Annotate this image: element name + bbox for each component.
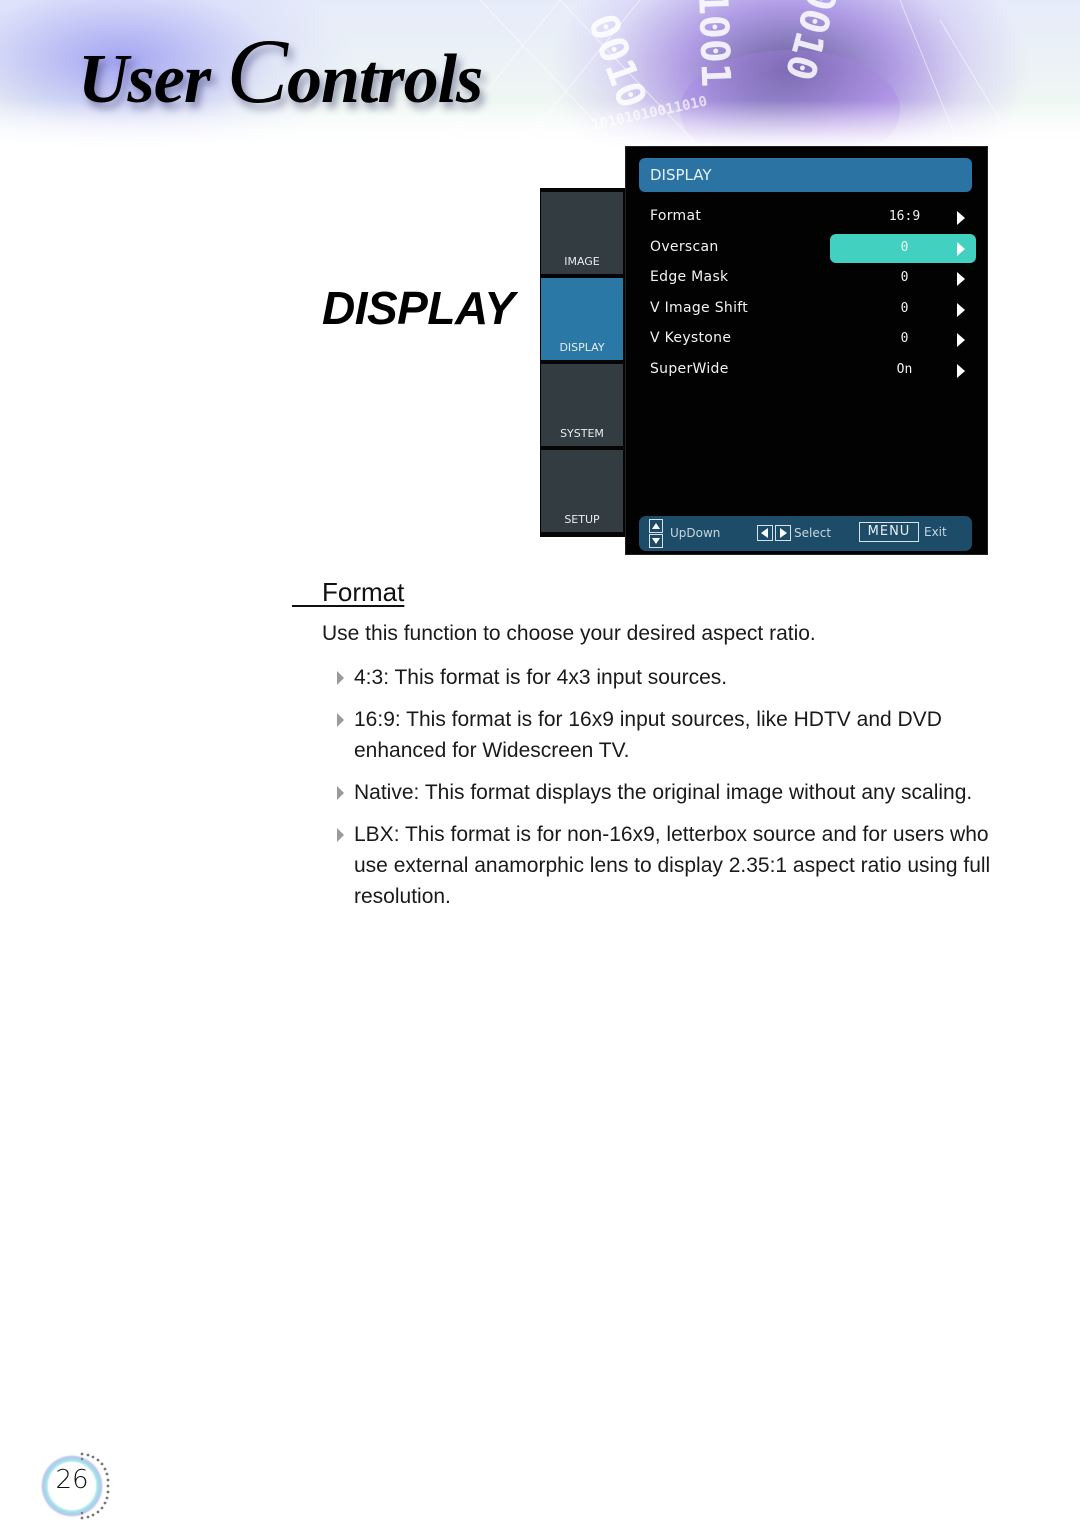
osd-item-value: 0	[900, 270, 909, 285]
banner-binary-decoration: 1001	[689, 0, 739, 88]
right-arrow-icon[interactable]	[957, 272, 965, 286]
right-arrow-icon[interactable]	[957, 242, 965, 256]
updown-hint-label: UpDown	[670, 526, 721, 540]
menu-key-icon: MENU	[859, 522, 919, 542]
format-subheading: Format	[322, 577, 405, 607]
osd-tab-system[interactable]: SYSTEM	[541, 364, 623, 446]
osd-item-label: Overscan	[650, 239, 719, 255]
list-item: Native: This format displays the origina…	[334, 777, 1024, 808]
osd-tab-label: IMAGE	[564, 255, 600, 268]
section-heading: DISPLAY	[322, 282, 515, 334]
right-arrow-icon[interactable]	[957, 211, 965, 225]
osd-item-value: 0	[900, 240, 909, 255]
osd-footer-hints: UpDown Select MENU Exit	[639, 516, 972, 551]
subheading-underline	[292, 605, 322, 607]
osd-item-format[interactable]: Format 16:9	[626, 203, 987, 231]
bullet-triangle-icon	[337, 786, 344, 800]
list-item: 4:3: This format is for 4x3 input source…	[334, 662, 1024, 693]
list-item-text: LBX: This format is for non-16x9, letter…	[354, 823, 991, 908]
osd-tab-image[interactable]: IMAGE	[541, 192, 623, 274]
page-title-capital: C	[226, 20, 288, 122]
osd-tab-label: SETUP	[564, 513, 600, 526]
osd-item-overscan[interactable]: Overscan 0	[626, 234, 987, 263]
osd-item-superwide[interactable]: SuperWide On	[626, 356, 987, 384]
page-title: User Controls	[78, 18, 483, 124]
page-title-word: User	[78, 41, 211, 118]
exit-hint-label: Exit	[924, 525, 947, 539]
bullet-triangle-icon	[337, 828, 344, 842]
list-item: LBX: This format is for non-16x9, letter…	[334, 819, 1024, 912]
right-arrow-icon[interactable]	[957, 303, 965, 317]
osd-item-edge-mask[interactable]: Edge Mask 0	[626, 264, 987, 292]
osd-item-label: Format	[650, 208, 702, 224]
list-item-text: 4:3: This format is for 4x3 input source…	[354, 666, 728, 689]
osd-tab-setup[interactable]: SETUP	[541, 450, 623, 532]
osd-item-label: SuperWide	[650, 361, 729, 377]
osd-item-value: On	[896, 362, 913, 377]
osd-side-tabs: IMAGE DISPLAY SYSTEM SETUP	[540, 188, 626, 537]
bullet-triangle-icon	[337, 671, 344, 685]
list-item-text: 16:9: This format is for 16x9 input sour…	[354, 708, 942, 762]
osd-item-value: 16:9	[888, 209, 921, 224]
osd-tab-label: DISPLAY	[559, 341, 605, 354]
bullet-triangle-icon	[337, 713, 344, 727]
osd-tab-label: SYSTEM	[560, 427, 604, 440]
list-item: 16:9: This format is for 16x9 input sour…	[334, 704, 1024, 766]
up-down-keys-icon	[649, 519, 663, 548]
osd-item-label: Edge Mask	[650, 269, 729, 285]
osd-item-value: 0	[900, 301, 909, 316]
osd-tab-display[interactable]: DISPLAY	[541, 278, 623, 360]
intro-paragraph: Use this function to choose your desired…	[322, 622, 816, 645]
select-hint-label: Select	[794, 526, 832, 540]
right-arrow-icon[interactable]	[957, 333, 965, 347]
osd-title-bar: DISPLAY	[639, 158, 972, 192]
osd-item-v-keystone[interactable]: V Keystone 0	[626, 325, 987, 353]
left-right-keys-icon	[757, 525, 791, 541]
list-item-text: Native: This format displays the origina…	[354, 781, 973, 804]
right-arrow-icon[interactable]	[957, 364, 965, 378]
osd-item-v-image-shift[interactable]: V Image Shift 0	[626, 295, 987, 323]
page-title-rest: ontrols	[286, 41, 483, 118]
page-number: 26	[55, 1465, 89, 1495]
osd-item-label: V Image Shift	[650, 300, 749, 316]
format-options-list: 4:3: This format is for 4x3 input source…	[334, 662, 1024, 923]
osd-item-label: V Keystone	[650, 330, 732, 346]
osd-item-value: 0	[900, 331, 909, 346]
osd-menu-panel: DISPLAY Format 16:9 Overscan 0 Edge Mask…	[625, 146, 988, 555]
